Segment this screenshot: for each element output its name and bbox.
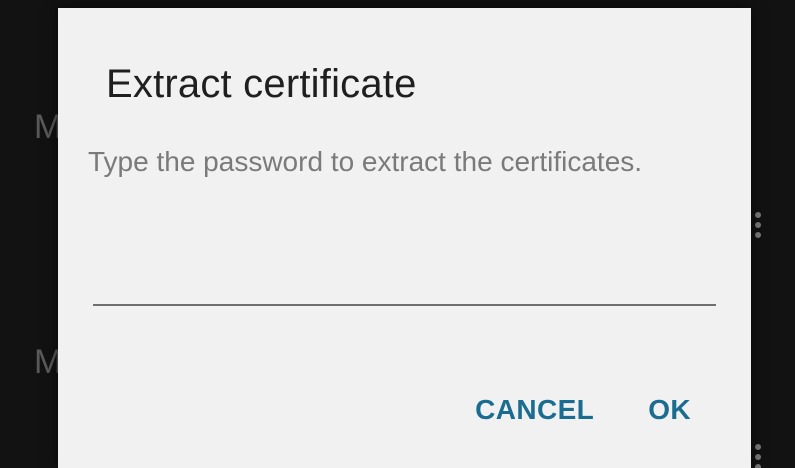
more-vert-icon[interactable] <box>754 212 762 238</box>
more-vert-icon[interactable] <box>754 444 762 468</box>
ok-button[interactable]: OK <box>648 394 691 426</box>
dot <box>755 444 761 450</box>
password-input[interactable] <box>93 264 716 306</box>
cancel-button[interactable]: CANCEL <box>475 394 594 426</box>
dot <box>755 222 761 228</box>
dot <box>755 454 761 460</box>
extract-certificate-dialog: Extract certificate Type the password to… <box>58 8 751 468</box>
dot <box>755 212 761 218</box>
dialog-actions: CANCEL OK <box>475 394 691 426</box>
dialog-title: Extract certificate <box>106 62 417 106</box>
dot <box>755 232 761 238</box>
dialog-message: Type the password to extract the certifi… <box>88 146 643 177</box>
dot <box>755 464 761 468</box>
screen: M M Extract certificate Type the passwor… <box>0 0 795 468</box>
